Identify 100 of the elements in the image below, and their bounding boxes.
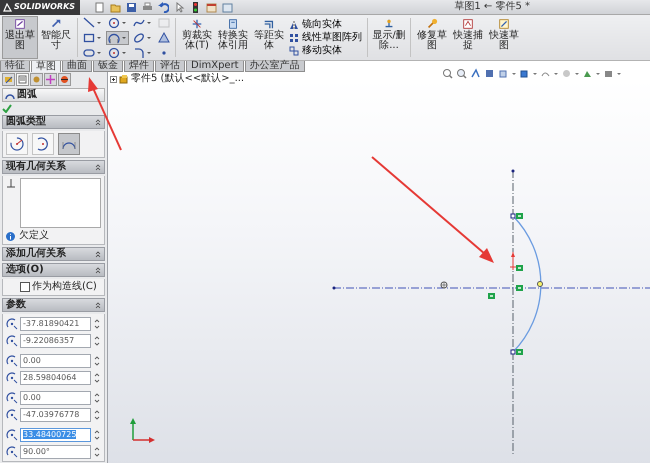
undo-icon[interactable] <box>158 2 170 12</box>
toolbar-button[interactable]: 等距实体 <box>251 16 287 59</box>
zoom-area-icon[interactable] <box>456 68 467 79</box>
toolbar-button[interactable]: 快速捕捉 <box>450 16 486 59</box>
sketch-tool-button[interactable] <box>106 46 129 60</box>
window-title: 草图1 ← 零件5 * <box>453 1 531 13</box>
spin-button[interactable] <box>93 428 101 442</box>
pointer-icon[interactable] <box>174 2 186 12</box>
sketch-tool-button[interactable] <box>81 16 104 30</box>
spin-button[interactable] <box>93 316 101 330</box>
triad-icon <box>130 418 155 443</box>
panel-tab[interactable] <box>16 73 29 86</box>
arc-parameter-icon <box>6 446 18 458</box>
collapse-icon[interactable] <box>95 250 101 258</box>
arc-parameter-icon <box>6 318 18 330</box>
number-field[interactable]: 0.00 <box>20 354 91 368</box>
arc-type-button[interactable] <box>58 133 80 155</box>
number-field[interactable]: 90.00° <box>20 444 91 458</box>
endpoint-handle[interactable] <box>510 214 516 218</box>
view-orientation-icon[interactable] <box>498 68 509 79</box>
command-tab[interactable]: 特征 <box>0 61 30 72</box>
toolbar-button[interactable]: 剪裁实体(T) <box>179 16 215 59</box>
relation-marker <box>516 265 523 271</box>
collapse-icon[interactable] <box>95 266 101 274</box>
command-tab[interactable]: 草图 <box>31 61 61 72</box>
collapse-icon[interactable] <box>95 118 101 126</box>
sketch-tool-button[interactable] <box>106 16 129 30</box>
save-icon[interactable] <box>126 2 138 12</box>
display-icon <box>60 75 69 84</box>
group-title: 选项(O) <box>6 264 44 276</box>
spin-button[interactable] <box>93 334 101 348</box>
display-style-icon[interactable] <box>519 68 530 79</box>
spin-button[interactable] <box>93 390 101 404</box>
number-field[interactable]: -9.22086357 <box>20 334 91 348</box>
arc-parameter-icon <box>6 408 18 420</box>
offset-icon <box>263 18 275 30</box>
exit-sketch-button[interactable]: 退出草图 <box>2 16 38 59</box>
part-icon[interactable] <box>119 74 129 84</box>
pattern-icon <box>289 32 299 42</box>
command-tab[interactable]: 办公室产品 <box>244 61 305 72</box>
arc-type-button[interactable] <box>32 133 54 155</box>
feature-tree-item[interactable]: 零件5 (默认<<默认>_... <box>131 73 244 85</box>
logo: SOLIDWORKS <box>0 0 80 14</box>
relation-marker <box>516 349 523 355</box>
circle-icon <box>108 46 120 58</box>
arc-icon <box>108 32 120 44</box>
sketch-tool-button[interactable] <box>131 30 154 44</box>
caret-icon <box>121 50 127 56</box>
checkmark-icon[interactable] <box>2 104 12 113</box>
fillet-icon <box>133 46 145 58</box>
toolbar-button[interactable]: 修复草图 <box>414 16 450 59</box>
number-field[interactable]: 0.00 <box>20 390 91 404</box>
ellipse-icon <box>133 32 145 44</box>
center-arc-icon <box>9 136 25 152</box>
caret-icon <box>146 50 152 56</box>
number-field[interactable]: -47.03976778 <box>20 408 91 422</box>
spin-button[interactable] <box>93 354 101 368</box>
window-icon[interactable] <box>222 2 234 12</box>
spin-button[interactable] <box>93 408 101 422</box>
relation-marker <box>516 285 523 291</box>
arc-parameter-icon <box>6 334 18 346</box>
caret-icon <box>96 20 102 26</box>
command-tab[interactable]: 曲面 <box>62 61 92 72</box>
arc-handle[interactable] <box>537 281 543 287</box>
toolbar-button[interactable]: 智能尺寸 <box>38 16 74 59</box>
panel-tab[interactable] <box>58 73 71 86</box>
open-folder-icon[interactable] <box>110 2 122 12</box>
toolbar-menu-item[interactable]: 线性草图阵列 <box>287 32 364 44</box>
arc-type-button[interactable] <box>6 133 28 155</box>
number-field[interactable]: -37.81890421 <box>20 316 91 330</box>
command-tab[interactable]: 评估 <box>155 61 185 72</box>
group-title: 现有几何关系 <box>6 161 66 173</box>
endpoint-handle[interactable] <box>510 350 516 354</box>
expand-icon[interactable] <box>110 76 117 82</box>
toolbar-button[interactable]: 快速草图 <box>486 16 522 59</box>
arc-parameter-icon <box>6 372 18 384</box>
command-tab[interactable]: DimXpert <box>186 61 244 72</box>
exit-sketch-icon <box>14 18 26 30</box>
number-field[interactable]: 28.59804064 <box>20 370 91 384</box>
spin-button[interactable] <box>93 370 101 384</box>
print-icon[interactable] <box>142 2 154 12</box>
toolbar-button[interactable]: 显示/删除... <box>371 16 407 59</box>
relations-icon <box>383 18 395 30</box>
circle-icon <box>108 16 120 28</box>
options-icon[interactable] <box>206 2 218 12</box>
collapse-icon[interactable] <box>95 302 101 308</box>
feature-tree-icon <box>4 75 13 84</box>
sketch-tool-button[interactable] <box>106 30 129 44</box>
previous-view-icon[interactable] <box>470 68 481 79</box>
sketch-arc[interactable] <box>512 216 542 352</box>
new-file-icon[interactable] <box>94 2 106 12</box>
spin-button[interactable] <box>93 444 101 458</box>
command-tab[interactable]: 焊件 <box>124 61 154 72</box>
toolbar-menu-item[interactable]: 移动实体 <box>287 44 364 56</box>
zoom-fit-icon[interactable] <box>442 68 453 79</box>
toolbar-menu-item[interactable]: 镜向实体 <box>287 18 364 30</box>
collapse-icon[interactable] <box>95 164 101 170</box>
command-tab[interactable]: 钣金 <box>93 61 123 72</box>
sketch-tool-button[interactable] <box>156 30 172 44</box>
toolbar-button[interactable]: 转换实体引用 <box>215 16 251 59</box>
